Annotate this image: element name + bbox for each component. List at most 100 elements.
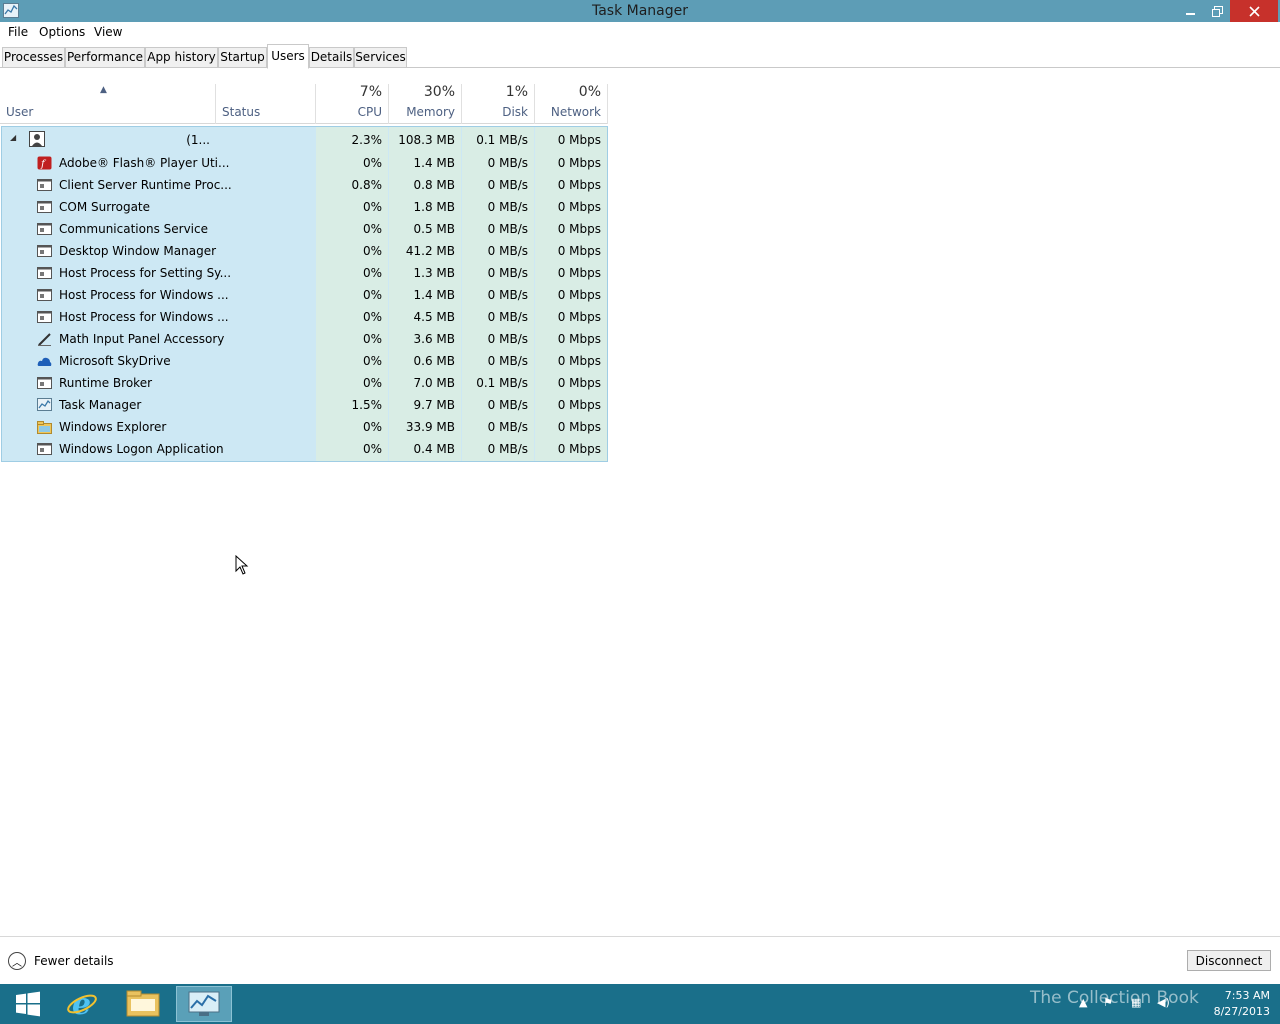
column-header-status[interactable]: Status [216,68,315,124]
process-memory: 0.6 MB [413,354,455,368]
column-header-disk[interactable]: 1% Disk [462,68,534,124]
process-row[interactable]: Host Process for Windows ... 0% 1.4 MB 0 MB… [0,284,608,306]
action-center-flag-icon[interactable]: ⚑ [1103,996,1113,1009]
process-memory: 9.7 MB [413,398,455,412]
process-network: 0 Mbps [557,354,601,368]
process-name: Adobe® Flash® Player Uti... [59,156,230,170]
flash-icon: f [37,156,52,170]
process-memory: 4.5 MB [413,310,455,324]
fewer-details-toggle[interactable]: ︿ Fewer details [8,952,114,970]
process-network: 0 Mbps [557,376,601,390]
tab-processes[interactable]: Processes [2,47,65,68]
process-disk: 0 MB/s [487,310,528,324]
process-memory: 0.5 MB [413,222,455,236]
process-disk: 0 MB/s [487,442,528,456]
fewer-details-label: Fewer details [34,954,114,968]
column-header-user[interactable]: User [0,68,215,124]
menu-options[interactable]: Options [39,25,85,39]
process-memory: 1.4 MB [413,288,455,302]
tab-performance[interactable]: Performance [65,47,145,68]
process-row[interactable]: Runtime Broker 0% 7.0 MB 0.1 MB/s 0 Mbps [0,372,608,394]
memory-total-percent: 30% [423,84,455,100]
process-cpu: 0% [362,420,382,434]
process-name: COM Surrogate [59,200,151,214]
process-row[interactable]: Host Process for Setting Sy... 0% 1.3 MB 0 … [0,262,608,284]
process-cpu: 0% [362,156,382,170]
volume-icon[interactable]: ◀) [1157,996,1170,1009]
taskbar-file-explorer[interactable] [115,986,171,1022]
close-button[interactable] [1230,0,1278,22]
process-name: Host Process for Windows ... [59,310,229,324]
process-name: Desktop Window Manager [59,244,217,258]
process-disk: 0 MB/s [487,398,528,412]
process-row[interactable]: Host Process for Windows ... 0% 4.5 MB 0 MB… [0,306,608,328]
watermark-text: The Collection Book [1030,988,1199,1008]
process-cpu: 0.8% [351,178,383,192]
window-icon [37,377,52,389]
process-row[interactable]: Task Manager 1.5% 9.7 MB 0 MB/s 0 Mbps [0,394,608,416]
column-label-memory: Memory [406,105,455,119]
process-memory: 1.3 MB [413,266,455,280]
cloud-icon [37,357,52,366]
taskmgr-icon [37,398,52,411]
disconnect-button[interactable]: Disconnect [1187,950,1271,971]
taskbar-internet-explorer[interactable]: e [54,986,110,1022]
process-memory: 0.8 MB [413,178,455,192]
process-cpu: 0% [362,354,382,368]
process-cpu: 0% [362,332,382,346]
process-row[interactable]: Desktop Window Manager 0% 41.2 MB 0 MB/s 0 M… [0,240,608,262]
process-row[interactable]: Windows Explorer 0% 33.9 MB 0 MB/s 0 Mbps [0,416,608,438]
internet-explorer-icon: e [67,988,97,1020]
process-name: Communications Service [59,222,208,236]
window-icon [37,443,52,455]
process-cpu: 0% [362,310,382,324]
process-memory: 3.6 MB [413,332,455,346]
process-disk: 0 MB/s [487,156,528,170]
start-button[interactable] [0,986,56,1022]
taskbar-task-manager[interactable] [176,986,232,1022]
process-memory: 0.4 MB [413,442,455,456]
tab-users[interactable]: Users [267,44,309,69]
folder-icon [37,421,52,434]
tab-startup[interactable]: Startup [218,47,267,68]
process-cpu: 0% [362,266,382,280]
menu-file[interactable]: File [8,25,28,39]
process-cpu: 1.5% [351,398,383,412]
process-row[interactable]: COM Surrogate 0% 1.8 MB 0 MB/s 0 Mbps [0,196,608,218]
tab-services[interactable]: Services [354,47,407,68]
windows-logo-icon [16,991,40,1017]
process-cpu: 0% [362,288,382,302]
title-bar[interactable]: Task Manager [0,0,1280,22]
process-network: 0 Mbps [557,156,601,170]
menu-view[interactable]: View [94,25,122,39]
process-row[interactable]: f Adobe® Flash® Player Uti... 0% 1.4 MB 0 MB… [0,152,608,174]
user-avatar-icon [29,131,45,147]
network-total-percent: 0% [578,84,601,100]
process-name: Client Server Runtime Proc... [59,178,232,192]
user-row[interactable]: ◢ (1... 2.3% 108.3 MB 0.1 MB/s 0 Mbps [0,128,608,152]
process-row[interactable]: Math Input Panel Accessory 0% 3.6 MB 0 MB/s… [0,328,608,350]
minimize-icon [1186,13,1195,15]
tab-details[interactable]: Details [309,47,354,68]
column-divider[interactable] [607,84,608,124]
process-name: Microsoft SkyDrive [59,354,171,368]
process-cpu: 0% [362,376,382,390]
tab-app-history[interactable]: App history [145,47,218,68]
restore-button[interactable] [1204,0,1230,22]
process-name: Windows Logon Application [59,442,224,456]
show-hidden-icons-icon[interactable]: ▲ [1079,996,1087,1009]
process-network: 0 Mbps [557,244,601,258]
column-header-network[interactable]: 0% Network [535,68,607,124]
process-row[interactable]: Client Server Runtime Proc... 0.8% 0.8 MB 0… [0,174,608,196]
column-header-memory[interactable]: 30% Memory [389,68,461,124]
collapse-arrow-icon[interactable]: ◢ [10,133,16,142]
svg-text:e: e [72,988,91,1020]
column-header-cpu[interactable]: 7% CPU [316,68,388,124]
process-row[interactable]: Communications Service 0% 0.5 MB 0 MB/s 0 Mb… [0,218,608,240]
system-clock[interactable]: 7:53 AM 8/27/2013 [1200,988,1270,1020]
process-row[interactable]: Windows Logon Application 0% 0.4 MB 0 MB/s 0… [0,438,608,460]
process-row[interactable]: Microsoft SkyDrive 0% 0.6 MB 0 MB/s 0 Mbps [0,350,608,372]
minimize-button[interactable] [1178,0,1204,22]
network-icon[interactable]: ▦ [1131,996,1141,1009]
process-network: 0 Mbps [557,288,601,302]
